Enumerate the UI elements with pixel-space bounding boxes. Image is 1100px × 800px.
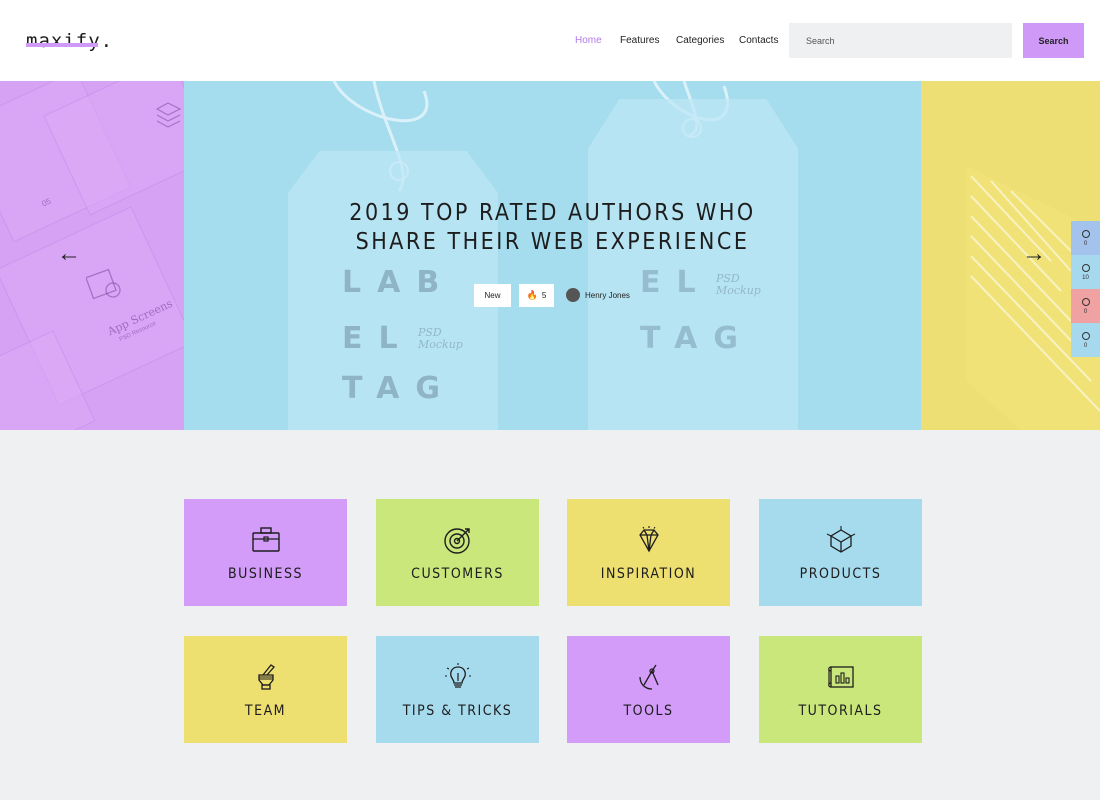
tag-subtext: PSD Mockup — [418, 326, 463, 351]
category-label: TIPS & TRICKS — [402, 703, 513, 719]
cube-icon — [826, 526, 855, 553]
hero-title-line: 2019 TOP RATED AUTHORS WHO — [349, 200, 756, 226]
category-business[interactable]: BUSINESS — [184, 499, 347, 606]
social-facebook[interactable]: 0 — [1071, 221, 1100, 255]
category-label: PRODUCTS — [799, 566, 882, 582]
category-label: INSPIRATION — [600, 566, 697, 582]
nav-categories[interactable]: Categories — [676, 35, 724, 46]
tag-text: TAG — [640, 321, 754, 356]
category-label: TEAM — [244, 703, 287, 719]
tag-text: EL — [342, 321, 414, 356]
share-count: 0 — [1083, 308, 1088, 315]
search-button[interactable]: Search — [1023, 23, 1084, 58]
hero-title-line: SHARE THEIR WEB EXPERIENCE — [355, 229, 750, 255]
google-plus-icon — [1081, 297, 1090, 306]
fire-icon: 🔥 — [526, 290, 538, 300]
hand-pen-icon — [257, 664, 275, 690]
category-team[interactable]: TEAM — [184, 636, 347, 743]
tag-subtext: PSD Mockup — [716, 272, 761, 297]
hero-slider: 05 App Screens PSD Resource LAB EL TAG P… — [0, 81, 1100, 430]
next-arrow-icon[interactable]: → — [1022, 242, 1046, 266]
category-products[interactable]: PRODUCTS — [759, 499, 922, 606]
compass-icon — [638, 664, 659, 690]
author[interactable]: Henry Jones — [566, 288, 630, 302]
author-name: Henry Jones — [585, 290, 630, 300]
nav-features[interactable]: Features — [620, 35, 659, 46]
share-count: 0 — [1083, 240, 1088, 247]
likes-count: 5 — [541, 291, 547, 300]
nav-contacts[interactable]: Contacts — [739, 35, 778, 46]
blueprint-icon — [827, 666, 854, 688]
share-count: 0 — [1083, 342, 1088, 349]
logo-underline — [26, 43, 98, 47]
lightbulb-icon — [444, 663, 471, 688]
tag-text: TAG — [342, 371, 456, 406]
tag-text: EL — [640, 265, 712, 300]
new-badge[interactable]: New — [474, 284, 511, 307]
social-mail[interactable]: 0 — [1071, 323, 1100, 357]
category-tools[interactable]: TOOLS — [567, 636, 730, 743]
social-pinterest[interactable]: 10 — [1071, 255, 1100, 289]
diamond-icon — [638, 526, 659, 553]
tag-text: LAB — [342, 265, 456, 300]
category-label: TUTORIALS — [798, 703, 883, 719]
prev-arrow-icon[interactable]: ← — [57, 242, 81, 266]
category-tutorials[interactable]: TUTORIALS — [759, 636, 922, 743]
category-label: TOOLS — [623, 703, 674, 719]
layers-icon — [155, 102, 182, 128]
pinterest-icon — [1081, 263, 1090, 272]
target-icon — [443, 528, 470, 554]
briefcase-icon — [251, 527, 280, 552]
logo[interactable]: maxify. — [26, 30, 113, 52]
category-inspiration[interactable]: INSPIRATION — [567, 499, 730, 606]
floppy-icon — [86, 268, 121, 300]
category-customers[interactable]: CUSTOMERS — [376, 499, 539, 606]
likes-badge[interactable]: 🔥 5 — [519, 284, 554, 307]
hero-title[interactable]: 2019 TOP RATED AUTHORS WHO SHARE THEIR W… — [300, 199, 805, 257]
category-label: BUSINESS — [228, 566, 303, 582]
site-header: maxify. Home Features Categories Contact… — [0, 0, 1100, 81]
mail-icon — [1081, 331, 1090, 340]
search-input[interactable] — [789, 23, 1012, 58]
nav-home[interactable]: Home — [575, 35, 602, 46]
share-count: 10 — [1082, 274, 1089, 281]
category-label: CUSTOMERS — [411, 566, 504, 582]
avatar — [566, 288, 580, 302]
category-tips-tricks[interactable]: TIPS & TRICKS — [376, 636, 539, 743]
social-google-plus[interactable]: 0 — [1071, 289, 1100, 323]
hero-prev-slide[interactable]: 05 App Screens PSD Resource — [0, 81, 184, 430]
facebook-icon — [1081, 229, 1090, 238]
